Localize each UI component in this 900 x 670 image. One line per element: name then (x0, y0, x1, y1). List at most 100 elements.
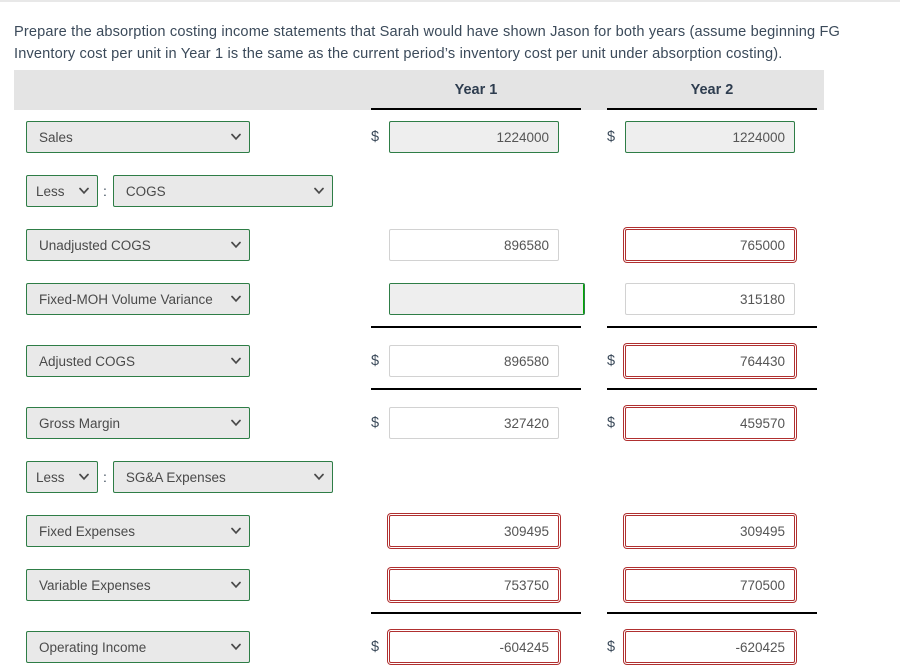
rule-gap (586, 388, 602, 396)
input-fixed-expenses-year-1[interactable] (389, 515, 559, 547)
label-cell-unadjusted-cogs: Unadjusted COGS (14, 229, 366, 261)
line-item-select-wrap-sales: Sales (26, 121, 250, 153)
income-statement-page: Prepare the absorption costing income st… (0, 0, 900, 670)
label-cell-operating-income: Operating Income (14, 631, 366, 663)
table-row-unadjusted-cogs: Unadjusted COGS $ $ (14, 218, 824, 272)
input-group-fixed-moh-volume-variance-year-1: i (389, 283, 585, 315)
line-item-select-wrap-unadjusted-cogs: Unadjusted COGS (26, 229, 250, 261)
rule-spacer (14, 388, 366, 396)
rule-gap (586, 326, 602, 334)
currency-symbol-operating-income-year-2: $ (607, 639, 616, 655)
cell-gross-margin-year-2: $ (602, 396, 822, 450)
rule-above-gross-margin (14, 388, 824, 396)
input-sales-year-2[interactable] (625, 121, 795, 153)
line-item-select-unadjusted-cogs[interactable]: Unadjusted COGS (26, 229, 250, 261)
rule-line (607, 326, 817, 328)
label-cell-cogs-heading: Less: COGS (14, 175, 366, 207)
input-unadjusted-cogs-year-2[interactable] (625, 229, 795, 261)
table-row-adjusted-cogs: Adjusted COGS $ $ (14, 334, 824, 388)
question-prompt: Prepare the absorption costing income st… (14, 23, 841, 62)
table-row-cogs-heading: Less: COGS (14, 164, 824, 218)
input-operating-income-year-1[interactable] (389, 631, 559, 663)
line-item-select-wrap-fixed-expenses: Fixed Expenses (26, 515, 250, 547)
cell-adjusted-cogs-year-2: $ (602, 334, 822, 388)
line-item-select-wrap-operating-income: Operating Income (26, 631, 250, 663)
prefix-select-cogs-heading[interactable]: Less (26, 175, 98, 207)
header-year-2: Year 2 (602, 70, 822, 110)
line-item-select-gross-margin[interactable]: Gross Margin (26, 407, 250, 439)
cell-sga-heading-year-1 (366, 450, 586, 504)
currency-symbol-gross-margin-year-2: $ (607, 415, 616, 431)
category-select-cogs-heading[interactable]: COGS (112, 175, 333, 207)
cell-operating-income-year-2: $ (602, 620, 822, 670)
table-header-row: Year 1 Year 2 (14, 70, 824, 110)
category-select-wrap-cogs-heading: COGS (112, 175, 333, 207)
input-adjusted-cogs-year-1[interactable] (389, 345, 559, 377)
label-cell-adjusted-cogs: Adjusted COGS (14, 345, 366, 377)
line-item-select-adjusted-cogs[interactable]: Adjusted COGS (26, 345, 250, 377)
currency-symbol-gross-margin-year-1: $ (371, 415, 380, 431)
cell-sales-year-2: $ (602, 110, 822, 164)
category-select-wrap-sga-heading: SG&A Expenses (112, 461, 333, 493)
input-adjusted-cogs-year-2[interactable] (625, 345, 795, 377)
prefix-select-wrap-cogs-heading: Less (26, 175, 98, 207)
category-select-sga-heading[interactable]: SG&A Expenses (112, 461, 333, 493)
rule-year-1 (366, 388, 586, 396)
input-unadjusted-cogs-year-1[interactable] (389, 229, 559, 261)
input-sales-year-1[interactable] (389, 121, 559, 153)
cell-sales-year-1: $ (366, 110, 586, 164)
table-row-gross-margin: Gross Margin $ $ (14, 396, 824, 450)
line-item-select-fixed-expenses[interactable]: Fixed Expenses (26, 515, 250, 547)
line-item-select-operating-income[interactable]: Operating Income (26, 631, 250, 663)
input-fixed-moh-volume-variance-year-2[interactable] (625, 283, 795, 315)
top-divider (0, 0, 900, 2)
prefix-select-sga-heading[interactable]: Less (26, 461, 98, 493)
cell-cogs-heading-year-2 (602, 164, 822, 218)
currency-symbol-sales-year-2: $ (607, 129, 616, 145)
cell-sga-heading-year-2 (602, 450, 822, 504)
input-gross-margin-year-1[interactable] (389, 407, 559, 439)
label-cell-fixed-moh-volume-variance: Fixed-MOH Volume Variance (14, 283, 366, 315)
label-cell-sga-heading: Less: SG&A Expenses (14, 461, 366, 493)
table-row-fixed-expenses: Fixed Expenses $ $ (14, 504, 824, 558)
rule-line (371, 326, 581, 328)
line-item-select-variable-expenses[interactable]: Variable Expenses (26, 569, 250, 601)
cell-cogs-heading-year-1 (366, 164, 586, 218)
input-fixed-moh-volume-variance-year-1[interactable] (390, 284, 583, 314)
line-item-select-wrap-fixed-moh-volume-variance: Fixed-MOH Volume Variance (26, 283, 250, 315)
table-row-sga-heading: Less: SG&A Expenses (14, 450, 824, 504)
header-year-2-label: Year 2 (690, 82, 734, 98)
rule-line (371, 388, 581, 390)
label-cell-variable-expenses: Variable Expenses (14, 569, 366, 601)
table-row-operating-income: Operating Income $ $ (14, 620, 824, 670)
rule-year-2 (602, 612, 822, 620)
input-variable-expenses-year-1[interactable] (389, 569, 559, 601)
line-item-select-sales[interactable]: Sales (26, 121, 250, 153)
rule-line (607, 388, 817, 390)
colon-cogs-heading: : (103, 183, 107, 199)
table-body: Sales$$Less:COGSUnadjusted COGS$$Fixed-M… (14, 110, 824, 670)
table-row-fixed-moh-volume-variance: Fixed-MOH Volume Variance $i $ (14, 272, 824, 326)
input-gross-margin-year-2[interactable] (625, 407, 795, 439)
input-fixed-expenses-year-2[interactable] (625, 515, 795, 547)
absorption-costing-table: Year 1 Year 2 Sales $ $ Less: COGS Unadjusted… (14, 70, 824, 670)
currency-symbol-adjusted-cogs-year-2: $ (607, 353, 616, 369)
header-year-1-label: Year 1 (454, 82, 498, 98)
cell-variable-expenses-year-2: $ (602, 558, 822, 612)
rule-spacer (14, 326, 366, 334)
cell-fixed-expenses-year-1: $ (366, 504, 586, 558)
rule-above-operating-income (14, 612, 824, 620)
line-item-select-fixed-moh-volume-variance[interactable]: Fixed-MOH Volume Variance (26, 283, 250, 315)
rule-line (371, 612, 581, 614)
input-operating-income-year-2[interactable] (625, 631, 795, 663)
input-variable-expenses-year-2[interactable] (625, 569, 795, 601)
header-year-1: Year 1 (366, 70, 586, 110)
rule-gap (586, 612, 602, 620)
rule-year-2 (602, 326, 822, 334)
cell-fixed-moh-volume-variance-year-1: $i (366, 272, 586, 326)
colon-sga-heading: : (103, 469, 107, 485)
info-icon-fixed-moh-volume-variance-year-1[interactable]: i (583, 284, 584, 314)
currency-symbol-sales-year-1: $ (371, 129, 380, 145)
label-cell-gross-margin: Gross Margin (14, 407, 366, 439)
cell-gross-margin-year-1: $ (366, 396, 586, 450)
